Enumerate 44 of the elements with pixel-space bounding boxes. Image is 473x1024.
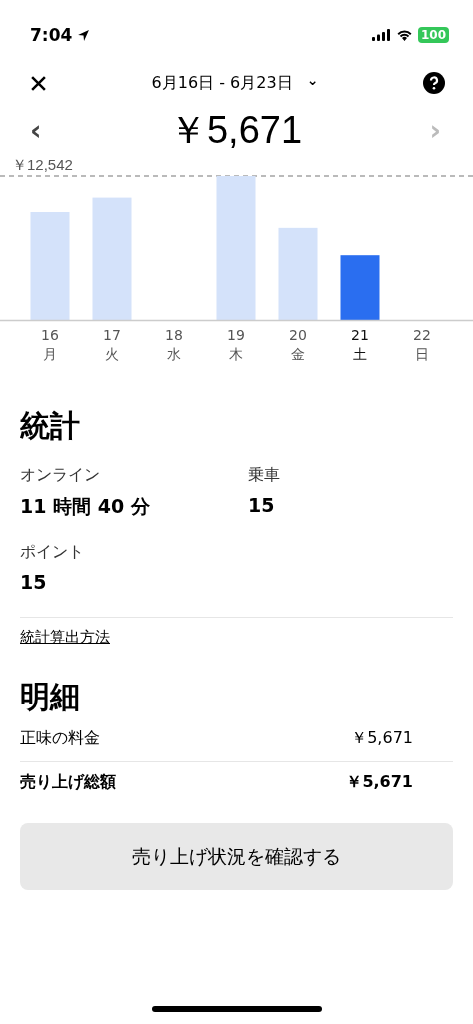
breakdown-label: 正味の料金 (20, 728, 100, 749)
x-tick-label: 22 日 (413, 326, 431, 364)
breakdown-label: 売り上げ総額 (20, 772, 116, 793)
chart-bar[interactable] (216, 176, 256, 320)
day-label[interactable]: 17 火 (81, 326, 143, 364)
breakdown-value: ￥5,671 (346, 772, 413, 793)
battery-level: 100 (417, 27, 449, 43)
stat-value: 11 時間 40 分 (20, 494, 151, 519)
view-earnings-button[interactable]: 売り上げ状況を確認する (20, 823, 453, 890)
max-value-label: ￥12,542 (12, 156, 73, 173)
section-title: 統計 (20, 407, 81, 445)
section-title: 明細 (20, 678, 81, 716)
previous-week-button[interactable]: ‹ (26, 113, 46, 147)
day-label[interactable]: 16 月 (19, 326, 81, 364)
x-tick-label: 21 土 (351, 326, 369, 364)
date-range-selector[interactable]: 6月16日 - 6月23日 ⌄ (151, 72, 319, 94)
x-tick-label: 16 月 (41, 326, 59, 364)
close-icon[interactable] (30, 74, 47, 92)
x-tick-label: 20 金 (289, 326, 307, 364)
signal-icon (371, 29, 391, 41)
stat-value: 15 (20, 571, 48, 593)
wifi-icon (395, 29, 413, 41)
breakdown-value: ￥5,671 (351, 728, 413, 749)
help-icon[interactable] (423, 72, 445, 94)
chart-bar[interactable] (340, 255, 380, 320)
stats-method-link[interactable]: 統計算出方法 (20, 628, 110, 647)
stat-label: オンライン (20, 465, 101, 486)
x-tick-label: 17 火 (103, 326, 121, 364)
x-tick-label: 18 水 (165, 326, 183, 364)
day-label[interactable]: 21 土 (329, 326, 391, 364)
total-earnings: ￥5,671 (168, 107, 303, 153)
day-label[interactable]: 18 水 (143, 326, 205, 364)
stat-label: ポイント (20, 542, 85, 563)
chart-bar[interactable] (30, 212, 70, 320)
x-tick-label: 19 木 (227, 326, 245, 364)
chart-bar[interactable] (278, 227, 318, 320)
day-label[interactable]: 20 金 (267, 326, 329, 364)
day-label[interactable]: 22 日 (391, 326, 453, 364)
location-arrow-icon (77, 28, 91, 42)
status-time: 7:04 (30, 25, 73, 45)
day-label[interactable]: 19 木 (205, 326, 267, 364)
chart-bar[interactable] (92, 197, 132, 320)
stat-value: 15 (248, 494, 276, 516)
stat-label: 乗車 (248, 465, 281, 486)
